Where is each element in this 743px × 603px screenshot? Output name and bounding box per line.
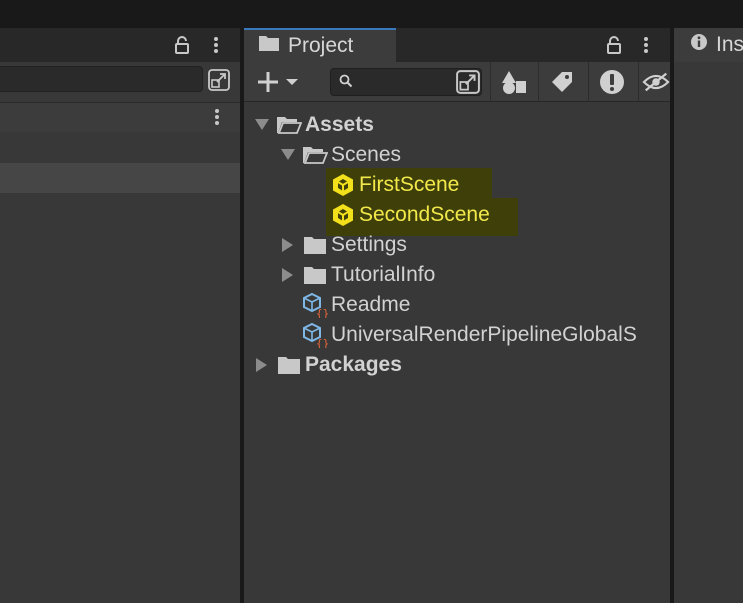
unity-scene-icon xyxy=(330,203,356,227)
tree-item-scenes[interactable]: Scenes xyxy=(244,140,704,170)
scriptable-object-icon: {} xyxy=(302,292,328,318)
collapse-arrow-icon[interactable] xyxy=(278,235,298,255)
tree-item-label: UniversalRenderPipelineGlobalS xyxy=(331,323,637,346)
search-expand-icon[interactable] xyxy=(454,66,482,98)
tab-project-label: Project xyxy=(288,34,354,57)
scene-menu-icon[interactable] xyxy=(214,108,220,131)
tree-item-label: Scenes xyxy=(331,143,402,166)
search-icon xyxy=(339,74,353,93)
scriptable-object-icon: {} xyxy=(302,322,328,348)
folder-icon xyxy=(302,263,328,287)
top-bar xyxy=(0,0,743,28)
tree-item-settings[interactable]: Settings xyxy=(244,230,704,260)
svg-text:{}: {} xyxy=(316,307,328,318)
inspector-body xyxy=(674,62,743,603)
folder-icon xyxy=(258,34,280,58)
project-tab-strip: Project xyxy=(244,28,670,62)
tree-item-firstscene[interactable]: FirstScene xyxy=(244,170,743,200)
hierarchy-scene-header[interactable] xyxy=(0,102,240,134)
folder-icon xyxy=(276,353,302,377)
hierarchy-row[interactable] xyxy=(0,132,240,162)
svg-text:{}: {} xyxy=(316,337,328,348)
hierarchy-panel xyxy=(0,28,240,603)
tree-item-urp-global-settings[interactable]: {} UniversalRenderPipelineGlobalS xyxy=(244,320,728,350)
hidden-packages-eye-icon[interactable] xyxy=(642,66,670,98)
tree-item-secondscene[interactable]: SecondScene xyxy=(244,200,743,230)
hierarchy-search-input[interactable] xyxy=(0,66,203,92)
lock-icon[interactable] xyxy=(604,34,624,56)
tree-item-label: TutorialInfo xyxy=(331,263,436,286)
search-by-type-icon[interactable] xyxy=(494,66,534,98)
expand-arrow-icon[interactable] xyxy=(278,145,298,165)
warning-icon[interactable] xyxy=(592,66,632,98)
hierarchy-row-selected[interactable] xyxy=(0,163,240,193)
unity-scene-icon xyxy=(330,173,356,197)
tree-item-packages[interactable]: Packages xyxy=(244,350,678,380)
project-panel: Project Assets Scenes FirstScene SecondS… xyxy=(244,28,670,603)
toolbar-separator xyxy=(638,62,639,102)
folder-open-icon xyxy=(302,143,328,167)
kebab-menu-icon[interactable] xyxy=(206,34,226,56)
lock-icon[interactable] xyxy=(172,34,192,56)
hierarchy-search-expand-icon[interactable] xyxy=(205,67,233,93)
tree-item-label: SecondScene xyxy=(359,203,490,226)
tab-project[interactable]: Project xyxy=(244,28,396,62)
tree-item-label: Assets xyxy=(305,113,374,136)
collapse-arrow-icon[interactable] xyxy=(252,355,272,375)
tree-item-label: Settings xyxy=(331,233,407,256)
tab-inspector-label: Ins xyxy=(716,33,743,56)
folder-open-icon xyxy=(276,113,302,137)
tree-item-readme[interactable]: {} Readme xyxy=(244,290,728,320)
inspector-panel: Ins xyxy=(674,28,743,603)
tree-item-label: Readme xyxy=(331,293,411,316)
collapse-arrow-icon[interactable] xyxy=(278,265,298,285)
create-dropdown-button[interactable] xyxy=(254,66,304,98)
tab-inspector[interactable]: Ins xyxy=(674,28,743,62)
expand-arrow-icon[interactable] xyxy=(252,115,272,135)
tree-item-tutorialinfo[interactable]: TutorialInfo xyxy=(244,260,704,290)
folder-icon xyxy=(302,233,328,257)
hierarchy-tab-strip xyxy=(0,28,240,62)
toolbar-separator xyxy=(490,62,491,102)
tree-item-assets[interactable]: Assets xyxy=(244,110,678,140)
search-by-label-icon[interactable] xyxy=(542,66,582,98)
info-icon xyxy=(690,33,708,57)
tree-item-label: FirstScene xyxy=(359,173,460,196)
toolbar-separator xyxy=(538,62,539,102)
toolbar-separator xyxy=(588,62,589,102)
project-toolbar xyxy=(244,62,670,102)
kebab-menu-icon[interactable] xyxy=(636,34,656,56)
tree-item-label: Packages xyxy=(305,353,402,376)
